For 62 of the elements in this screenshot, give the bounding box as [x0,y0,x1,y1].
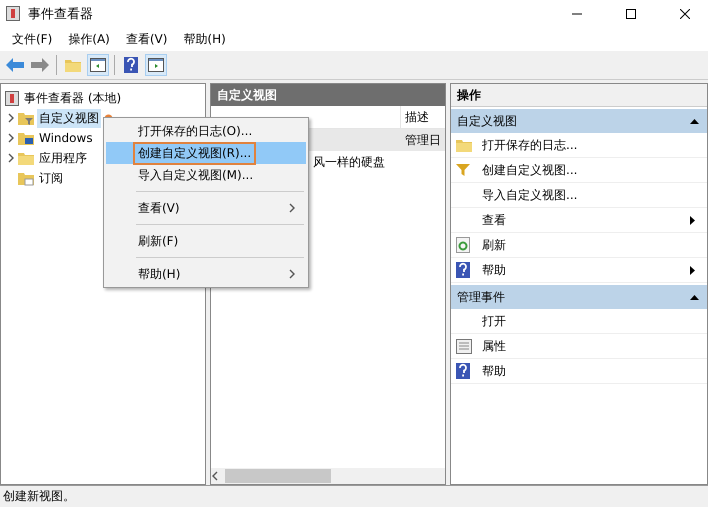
expand-chevron-icon[interactable] [7,113,15,123]
filter-icon [456,163,470,177]
action-item[interactable]: 属性 [451,334,707,359]
table-cell-text: 管理日 [404,132,442,148]
menu-item[interactable]: 创建自定义视图(R)... [106,142,306,164]
chevron-icon[interactable] [211,471,219,481]
tree-item[interactable]: 自定义视图 [37,108,101,128]
tree-item[interactable]: 应用程序 [37,148,89,168]
pane-icon [90,58,106,72]
table-cell-text: 风一样的硬盘 [312,154,385,170]
event-viewer-icon [5,90,19,106]
help-icon [456,262,470,278]
tree-item[interactable]: 事件查看器 (本地) [22,88,124,108]
expand-chevron-icon[interactable] [7,153,15,163]
expand-chevron-icon[interactable] [7,133,15,143]
submenu-arrow-icon[interactable] [688,266,697,274]
collapse-icon[interactable] [690,292,699,302]
menu-item[interactable]: 查看(V) [118,30,176,48]
maximize-icon [626,8,636,18]
menu-item[interactable]: 帮助(H) [175,30,234,48]
menu-item[interactable]: 帮助(H) [106,263,306,285]
folder-icon [18,130,34,146]
collapse-icon[interactable] [690,116,699,126]
action-item[interactable]: 查看 [451,208,707,233]
refresh-icon [456,237,470,253]
folder-icon [18,151,34,165]
action-item[interactable]: 打开 [451,309,707,334]
tree-item[interactable]: Windows [37,130,95,146]
section-header[interactable]: 管理事件 [451,285,707,309]
toolbar-button[interactable] [87,54,109,76]
action-item[interactable]: 帮助 [451,258,707,283]
folder-icon [65,58,81,72]
action-item[interactable]: 刷新 [451,233,707,258]
section-header[interactable]: 自定义视图 [451,109,707,133]
action-item[interactable]: 打开保存的日志... [451,133,707,158]
pane-icon [148,58,164,72]
tree-item[interactable]: 订阅 [37,168,65,188]
forward-arrow-icon [31,58,49,72]
window-title: 事件查看器 [28,6,94,22]
menu-item[interactable]: 查看(V) [106,197,306,219]
status-text: 创建新视图。 [0,485,708,507]
help-icon [124,57,138,73]
column-header[interactable]: 描述 [400,106,445,128]
action-item[interactable]: 创建自定义视图... [451,158,707,183]
properties-icon [456,338,472,354]
pane-title: 自定义视图 [211,84,445,106]
filter-folder-icon [18,110,34,126]
back-arrow-icon [6,58,24,72]
app-icon [6,6,20,21]
submenu-arrow-icon[interactable] [688,216,697,224]
action-item[interactable]: 帮助 [451,359,707,384]
menu-item[interactable]: 刷新(F) [106,230,306,252]
menu-item[interactable]: 操作(A) [60,30,118,48]
folder-icon [456,138,472,152]
action-item[interactable]: 导入自定义视图... [451,183,707,208]
toolbar-button[interactable] [145,54,167,76]
close-icon [680,8,690,18]
menu-item[interactable]: 文件(F) [4,30,60,48]
folder-icon [18,170,34,186]
help-icon [456,363,470,379]
actions-title: 操作 [451,84,707,107]
scrollbar-thumb[interactable] [225,469,331,483]
